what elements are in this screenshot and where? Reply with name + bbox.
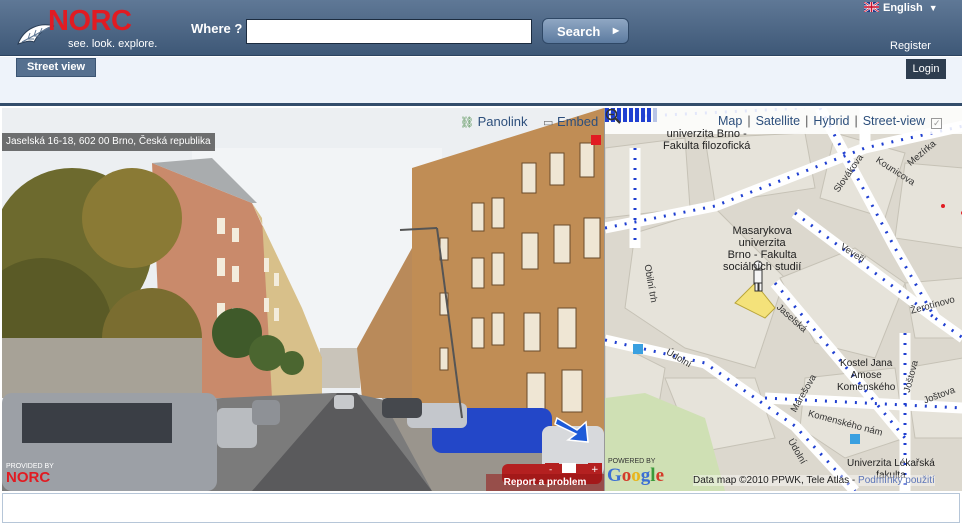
map-toolbar: Map | Satellite | Hybrid | Street-view ✓ xyxy=(605,108,962,134)
map-type-hybrid[interactable]: Hybrid xyxy=(813,114,849,128)
map-attribution: Data map ©2010 PPWK, Tele Atlas - Podmín… xyxy=(693,475,935,486)
separator: | xyxy=(805,114,809,128)
uk-flag-icon xyxy=(864,2,879,12)
panorama-address: Jaselská 16-18, 602 00 Brno, Česká repub… xyxy=(2,133,215,151)
where-search-input[interactable] xyxy=(246,19,532,44)
language-label: English xyxy=(883,2,923,14)
map-type-street-view[interactable]: Street-view xyxy=(863,114,926,128)
where-label: Where ? xyxy=(191,21,243,36)
street-view-checkbox[interactable]: ✓ xyxy=(931,118,943,129)
login-button[interactable]: Login xyxy=(906,59,946,79)
viewer-frame: - + ⛓ Panolink ▭ Embed Jaselská 16-18, 6… xyxy=(0,103,962,491)
poi-faculty-social-studies: Masarykova univerzita Brno - Fakulta soc… xyxy=(723,225,802,273)
panolink-label: Panolink xyxy=(477,114,528,129)
bottom-info-bar xyxy=(2,493,960,523)
panolink-button[interactable]: ⛓ Panolink xyxy=(460,114,527,129)
google-logo[interactable]: Google xyxy=(607,465,664,487)
caret-down-icon: ▼ xyxy=(928,3,938,13)
logo-slogan: see. look. explore. xyxy=(68,38,158,50)
search-button[interactable]: Search ▶ xyxy=(542,18,629,44)
map-panel[interactable]: Map | Satellite | Hybrid | Street-view ✓ univer… xyxy=(604,108,962,491)
map-type-map[interactable]: Map xyxy=(718,114,742,128)
panorama-image[interactable]: - + xyxy=(2,108,604,491)
map-type-switcher: Map | Satellite | Hybrid | Street-view ✓ xyxy=(718,114,943,129)
powered-by-label: POWERED BY xyxy=(608,458,656,465)
separator: | xyxy=(854,114,858,128)
attribution-text: Data map ©2010 PPWK, Tele Atlas - xyxy=(693,475,856,486)
search-button-label: Search xyxy=(557,23,601,39)
terms-of-use-link[interactable]: Podmínky použití xyxy=(858,475,935,486)
sub-navigation-bar: Street view Login xyxy=(0,57,962,104)
top-header: NORC see. look. explore. Where ? Search … xyxy=(0,0,962,56)
panorama-toolbar: ⛓ Panolink ▭ Embed xyxy=(2,108,604,134)
provided-by-norc-logo[interactable]: NORC xyxy=(6,469,50,486)
poi-church: Kostel Jana Amose Komenského xyxy=(837,358,896,393)
language-selector[interactable]: English ▼ xyxy=(864,2,938,16)
chevron-right-icon: ▶ xyxy=(612,26,619,35)
embed-button[interactable]: ▭ Embed xyxy=(543,114,598,129)
link-icon: ⛓ xyxy=(460,117,474,129)
street-view-panorama[interactable]: - + ⛓ Panolink ▭ Embed Jaselská 16-18, 6… xyxy=(2,108,604,491)
embed-label: Embed xyxy=(557,114,599,129)
separator: | xyxy=(747,114,751,128)
tab-street-view[interactable]: Street view xyxy=(16,58,96,77)
norc-logo[interactable]: NORC see. look. explore. xyxy=(14,4,164,52)
register-link[interactable]: Register xyxy=(890,40,931,52)
poi-faculty-philosophy: univerzita Brno - Fakulta filozofická xyxy=(663,128,751,152)
report-problem-button[interactable]: Report a problem xyxy=(486,474,604,491)
logo-wordmark: NORC xyxy=(48,5,132,37)
map-type-satellite[interactable]: Satellite xyxy=(756,114,800,128)
embed-icon: ▭ xyxy=(543,117,554,129)
zoom-out-icon[interactable] xyxy=(605,108,621,124)
